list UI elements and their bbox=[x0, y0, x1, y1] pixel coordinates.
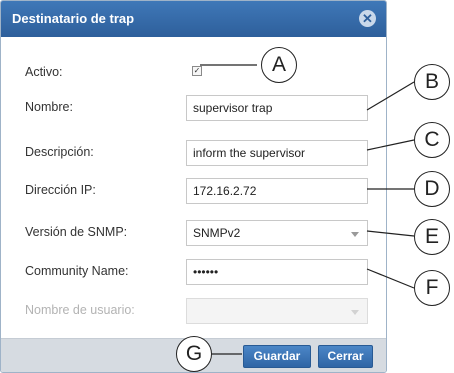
callout-a: A bbox=[261, 47, 297, 83]
nombre-usuario-row: Nombre de usuario: bbox=[1, 298, 386, 324]
nombre-usuario-label: Nombre de usuario: bbox=[25, 303, 135, 317]
chevron-down-icon bbox=[351, 310, 359, 315]
nombre-row: Nombre: supervisor trap bbox=[1, 95, 386, 121]
callout-d: D bbox=[414, 171, 450, 207]
callout-c: C bbox=[414, 122, 450, 158]
direccion-ip-row: Dirección IP: 172.16.2.72 bbox=[1, 178, 386, 204]
descripcion-label: Descripción: bbox=[25, 145, 94, 159]
guardar-button[interactable]: Guardar bbox=[243, 345, 311, 368]
callout-f: F bbox=[414, 270, 450, 306]
version-snmp-select[interactable]: SNMPv2 bbox=[186, 220, 368, 246]
community-name-label: Community Name: bbox=[25, 264, 129, 278]
descripcion-row: Descripción: inform the supervisor bbox=[1, 140, 386, 166]
close-icon[interactable]: ✕ bbox=[359, 10, 376, 27]
callout-g: G bbox=[176, 336, 212, 372]
direccion-ip-label: Dirección IP: bbox=[25, 183, 96, 197]
nombre-usuario-select bbox=[186, 298, 368, 324]
callout-e: E bbox=[414, 219, 450, 255]
nombre-input[interactable]: supervisor trap bbox=[186, 95, 368, 121]
callout-b: B bbox=[414, 64, 450, 100]
nombre-label: Nombre: bbox=[25, 100, 73, 114]
community-name-row: Community Name: •••••• bbox=[1, 259, 386, 285]
activo-label: Activo: bbox=[25, 65, 63, 79]
activo-row: Activo: ✓ bbox=[1, 60, 386, 86]
chevron-down-icon[interactable] bbox=[351, 232, 359, 237]
trap-destination-dialog: Destinatario de trap ✕ Activo: ✓ Nombre:… bbox=[0, 0, 387, 373]
version-snmp-value: SNMPv2 bbox=[193, 226, 241, 240]
dialog-title: Destinatario de trap bbox=[12, 11, 135, 26]
version-snmp-row: Versión de SNMP: SNMPv2 bbox=[1, 220, 386, 246]
activo-checkbox[interactable]: ✓ bbox=[192, 66, 202, 76]
direccion-ip-input[interactable]: 172.16.2.72 bbox=[186, 178, 368, 204]
community-name-input[interactable]: •••••• bbox=[186, 259, 368, 285]
descripcion-input[interactable]: inform the supervisor bbox=[186, 140, 368, 166]
cerrar-button[interactable]: Cerrar bbox=[318, 345, 373, 368]
version-snmp-label: Versión de SNMP: bbox=[25, 225, 128, 239]
dialog-titlebar: Destinatario de trap ✕ bbox=[1, 1, 386, 37]
